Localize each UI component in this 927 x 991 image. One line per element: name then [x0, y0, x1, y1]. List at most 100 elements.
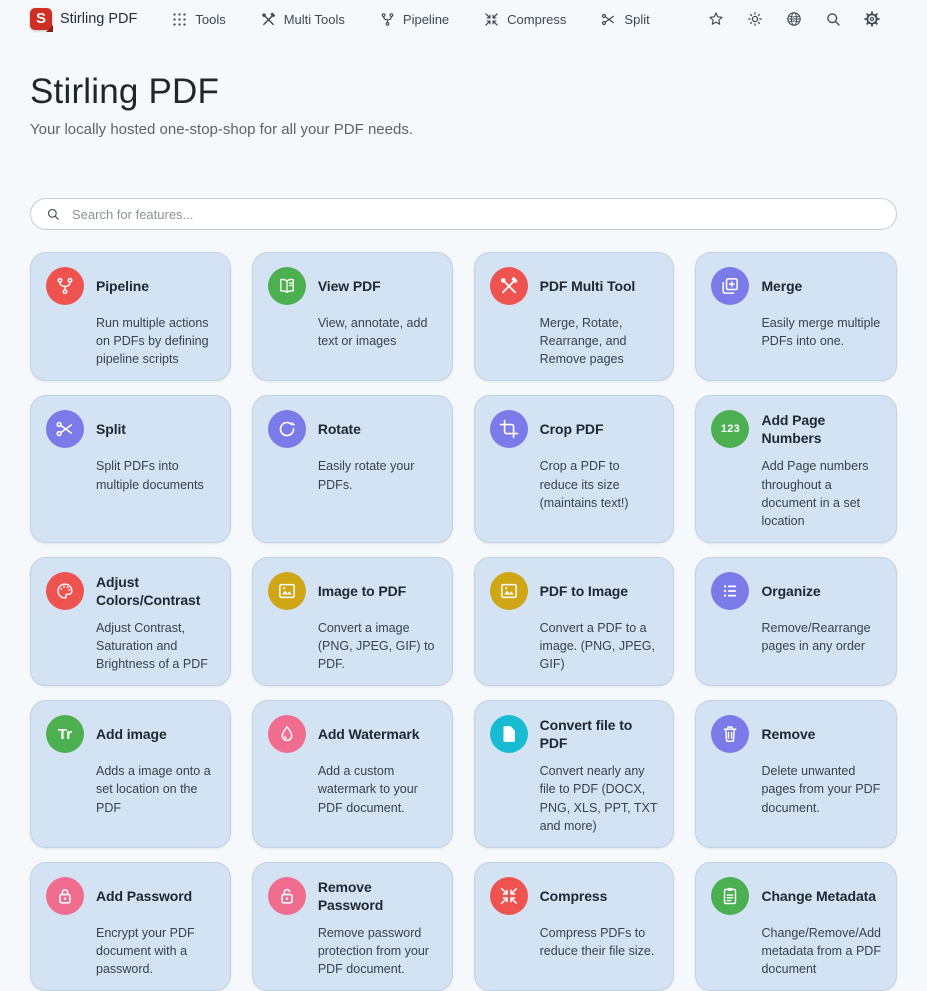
- card-header: Image to PDF: [268, 572, 437, 610]
- card-convert-file-to-pdf[interactable]: Convert file to PDF Convert nearly any fi…: [474, 700, 675, 848]
- card-description: View, annotate, add text or images: [318, 314, 437, 350]
- card-title: Change Metadata: [761, 887, 875, 905]
- card-header: TrAdd image: [46, 715, 215, 753]
- book-icon: [268, 267, 306, 305]
- card-organize[interactable]: OrganizeRemove/Rearrange pages in any or…: [695, 557, 897, 686]
- card-crop-pdf[interactable]: Crop PDFCrop a PDF to reduce its size (m…: [474, 395, 675, 543]
- card-title: Remove: [761, 725, 815, 743]
- merge-icon: [711, 267, 749, 305]
- water-drop-icon: [268, 715, 306, 753]
- card-merge[interactable]: Merge Easily merge multiple PDFs into one…: [695, 252, 897, 381]
- apps-icon: [171, 11, 188, 28]
- nav-item-label: Compress: [507, 12, 566, 27]
- card-title: View PDF: [318, 277, 381, 295]
- file-icon: [490, 715, 528, 753]
- card-description: Adjust Contrast, Saturation and Brightne…: [96, 619, 215, 673]
- card-title: Pipeline: [96, 277, 149, 295]
- card-remove[interactable]: Remove Delete unwanted pages from your PD…: [695, 700, 897, 848]
- card-add-page-numbers[interactable]: 123 Add Page Numbers Add Page numbers thro…: [695, 395, 897, 543]
- card-title: Add Page Numbers: [761, 411, 881, 447]
- nav-item-split[interactable]: Split: [600, 11, 649, 28]
- card-header: Remove Password: [268, 877, 437, 915]
- card-adjust-colors-contrast[interactable]: Adjust Colors/Contrast Adjust Contrast, S…: [30, 557, 231, 686]
- card-header: PDF Multi Tool: [490, 267, 659, 305]
- card-description: Delete unwanted pages from your PDF docu…: [761, 762, 881, 816]
- scissors-icon: [600, 11, 617, 28]
- card-image-to-pdf[interactable]: Image to PDF Convert a image (PNG, JPEG, …: [252, 557, 453, 686]
- card-title: Convert file to PDF: [540, 716, 659, 752]
- card-description: Merge, Rotate, Rearrange, and Remove pag…: [540, 314, 659, 368]
- card-title: Rotate: [318, 420, 361, 438]
- card-header: Adjust Colors/Contrast: [46, 572, 215, 610]
- card-description: Encrypt your PDF document with a passwor…: [96, 924, 215, 978]
- card-pdf-to-image[interactable]: PDF to ImageConvert a PDF to a image. (P…: [474, 557, 675, 686]
- card-header: Merge: [711, 267, 881, 305]
- card-title: Compress: [540, 887, 608, 905]
- nav-item-pipeline[interactable]: Pipeline: [379, 11, 449, 28]
- card-description: Convert nearly any file to PDF (DOCX, PN…: [540, 762, 659, 835]
- card-pipeline[interactable]: Pipeline Run multiple actions on PDFs by …: [30, 252, 231, 381]
- card-description: Easily merge multiple PDFs into one.: [761, 314, 881, 350]
- card-pdf-multi-tool[interactable]: PDF Multi Tool Merge, Rotate, Rearrange, …: [474, 252, 675, 381]
- search-icon: [45, 206, 61, 222]
- card-description: Run multiple actions on PDFs by defining…: [96, 314, 215, 368]
- search-input[interactable]: [30, 198, 897, 230]
- card-title: Image to PDF: [318, 582, 406, 600]
- card-header: Add Watermark: [268, 715, 437, 753]
- favourites-star-icon[interactable]: [707, 10, 725, 28]
- compress-icon: [483, 11, 500, 28]
- card-description: Add Page numbers throughout a document i…: [761, 457, 881, 530]
- image-icon: [490, 572, 528, 610]
- nav-item-tools[interactable]: Tools: [171, 11, 225, 28]
- pipeline-icon: [46, 267, 84, 305]
- card-description: Remove password protection from your PDF…: [318, 924, 437, 978]
- card-add-password[interactable]: Add Password Encrypt your PDF document wi…: [30, 862, 231, 991]
- card-compress[interactable]: Compress Compress PDFs to reduce their fi…: [474, 862, 675, 991]
- lock-open-icon: [268, 877, 306, 915]
- card-description: Change/Remove/Add metadata from a PDF do…: [761, 924, 881, 978]
- nav-item-label: Split: [624, 12, 649, 27]
- theme-toggle-sun-icon[interactable]: [746, 10, 764, 28]
- trash-icon: [711, 715, 749, 753]
- multi-tools-icon: [490, 267, 528, 305]
- search-icon[interactable]: [824, 10, 842, 28]
- card-split[interactable]: SplitSplit PDFs into multiple documents: [30, 395, 231, 543]
- top-navbar: S Stirling PDF Tools Multi Tools Pipeline C…: [0, 0, 927, 34]
- page-title: Stirling PDF: [30, 72, 897, 112]
- card-add-watermark[interactable]: Add Watermark Add a custom watermark to y…: [252, 700, 453, 848]
- card-add-image[interactable]: TrAdd image Adds a image onto a set locat…: [30, 700, 231, 848]
- card-title: Add Watermark: [318, 725, 420, 743]
- card-change-metadata[interactable]: Change Metadata Change/Remove/Add metadat…: [695, 862, 897, 991]
- card-header: Remove: [711, 715, 881, 753]
- nav-item-label: Tools: [195, 12, 225, 27]
- card-header: Organize: [711, 572, 881, 610]
- language-globe-icon[interactable]: [785, 10, 803, 28]
- card-description: Add a custom watermark to your PDF docum…: [318, 762, 437, 816]
- card-view-pdf[interactable]: View PDF View, annotate, add text or imag…: [252, 252, 453, 381]
- card-rotate[interactable]: RotateEasily rotate your PDFs.: [252, 395, 453, 543]
- nav-item-multi-tools[interactable]: Multi Tools: [260, 11, 345, 28]
- card-description: Convert a image (PNG, JPEG, GIF) to PDF.: [318, 619, 437, 673]
- card-title: Add image: [96, 725, 167, 743]
- brand-home-link[interactable]: S Stirling PDF: [30, 8, 137, 30]
- numbers-123-icon: 123: [711, 410, 749, 448]
- card-header: Change Metadata: [711, 877, 881, 915]
- card-title: PDF Multi Tool: [540, 277, 636, 295]
- card-description: Compress PDFs to reduce their file size.: [540, 924, 659, 960]
- card-remove-password[interactable]: Remove Password Remove password protectio…: [252, 862, 453, 991]
- nav-item-compress[interactable]: Compress: [483, 11, 566, 28]
- multi-tools-icon: [260, 11, 277, 28]
- card-header: Add Password: [46, 877, 215, 915]
- card-title: Add Password: [96, 887, 192, 905]
- card-description: Adds a image onto a set location on the …: [96, 762, 215, 816]
- crop-icon: [490, 410, 528, 448]
- list-icon: [711, 572, 749, 610]
- settings-gear-icon[interactable]: [863, 10, 881, 28]
- card-header: Split: [46, 410, 215, 448]
- card-header: Convert file to PDF: [490, 715, 659, 753]
- card-title: Split: [96, 420, 126, 438]
- page-subtitle: Your locally hosted one-stop-shop for al…: [30, 121, 897, 138]
- lock-icon: [46, 877, 84, 915]
- image-icon: [268, 572, 306, 610]
- card-header: PDF to Image: [490, 572, 659, 610]
